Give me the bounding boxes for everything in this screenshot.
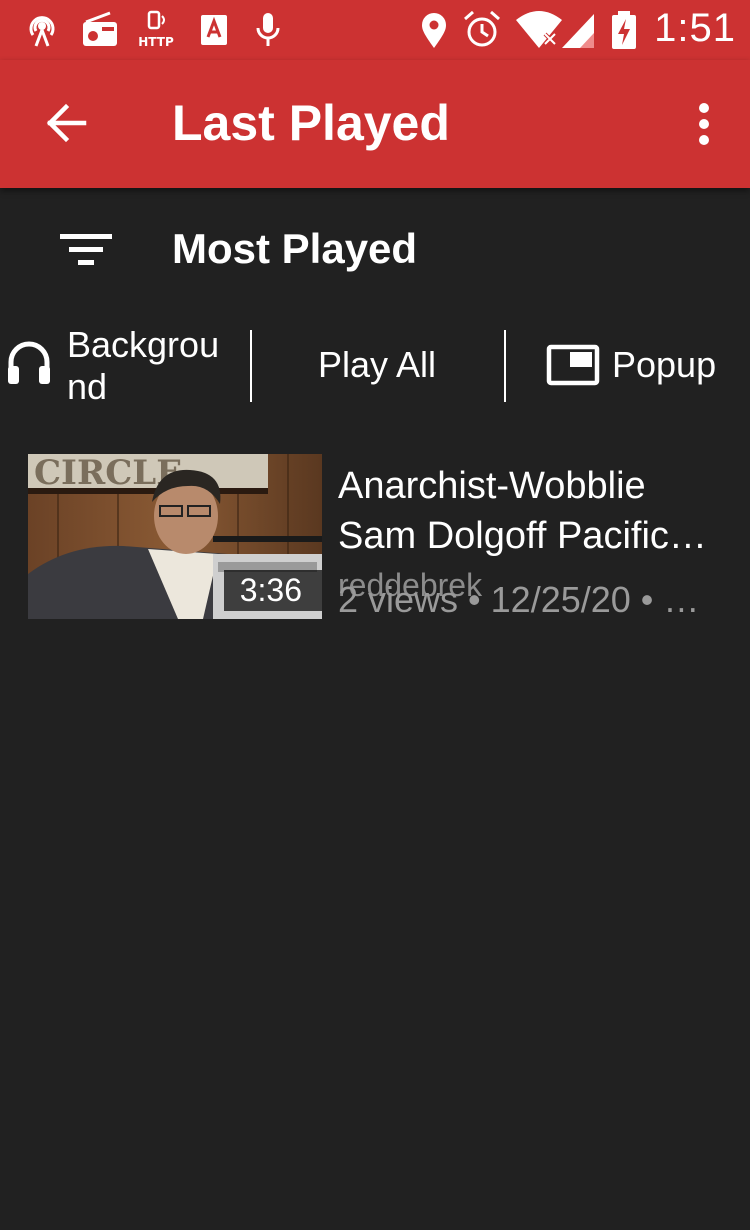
play-controls: Background Play All Popup	[0, 318, 750, 413]
list-item[interactable]: CIRCLE 3:36 Anarchist-Wobblie Sam Dolgof…	[0, 443, 750, 623]
video-meta: 2 views • 12/25/20 • Pacifica	[338, 579, 722, 620]
radio-icon	[83, 11, 117, 46]
play-all-label: Play All	[318, 344, 437, 385]
divider	[504, 330, 506, 402]
video-title-line1: Anarchist-Wobblie	[338, 465, 646, 507]
video-thumbnail: CIRCLE 3:36	[28, 454, 322, 619]
video-title: Anarchist-Wobblie Sam Dolgoff Pacifica R…	[338, 461, 728, 561]
background-button[interactable]: Background	[0, 318, 240, 413]
divider	[250, 330, 252, 402]
signal-icon	[562, 14, 594, 48]
page-title: Last Played	[172, 95, 450, 151]
battery-charging-icon	[612, 11, 636, 49]
background-label: Background	[67, 324, 220, 407]
video-title-line2: Sam Dolgoff Pacifica Radio	[338, 515, 728, 557]
popup-button[interactable]: Popup	[510, 318, 750, 413]
hotspot-icon	[29, 16, 55, 47]
sort-selector[interactable]: Most Played	[0, 188, 750, 308]
wifi-icon	[516, 11, 562, 48]
clock: 1:51	[654, 6, 736, 50]
more-options-icon[interactable]	[684, 98, 724, 152]
video-duration: 3:36	[223, 570, 322, 611]
popup-label: Popup	[612, 344, 717, 385]
text-input-icon	[201, 15, 227, 45]
location-icon	[422, 13, 446, 48]
alarm-icon	[464, 10, 500, 47]
sort-icon	[60, 234, 112, 265]
playlist-content: Most Played Background Play All Popup CI…	[0, 188, 750, 1230]
status-bar: HTTP 1:51	[0, 0, 750, 60]
http-label: HTTP	[138, 35, 174, 49]
http-icon: HTTP	[138, 10, 174, 49]
microphone-icon	[256, 13, 280, 46]
app-bar: Last Played	[0, 60, 750, 188]
headphones-icon	[8, 341, 50, 384]
play-all-button[interactable]: Play All	[256, 318, 502, 413]
back-arrow-icon[interactable]	[40, 96, 94, 150]
sort-label: Most Played	[172, 225, 418, 272]
picture-in-picture-icon	[546, 344, 600, 386]
